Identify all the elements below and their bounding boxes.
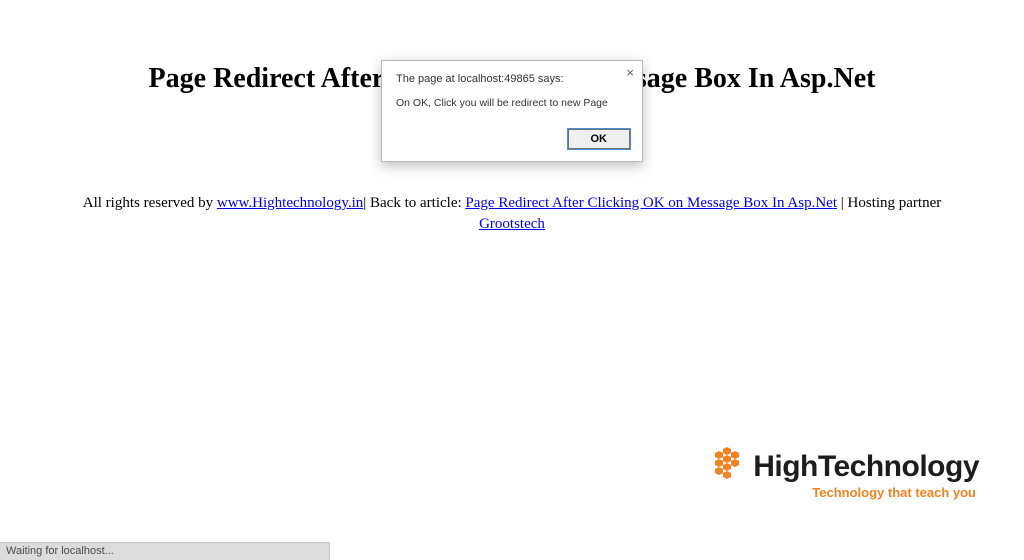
js-alert-dialog: × The page at localhost:49865 says: On O… — [381, 60, 643, 162]
footer-link-article[interactable]: Page Redirect After Clicking OK on Messa… — [465, 195, 837, 211]
brand-logo-block: HighTechnology Technology that teach you — [707, 447, 979, 500]
browser-status-bar: Waiting for localhost... — [0, 542, 330, 560]
brand-tagline: Technology that teach you — [707, 485, 979, 500]
brand-name: HighTechnology — [753, 450, 979, 484]
alert-title: The page at localhost:49865 says: — [382, 61, 642, 93]
footer-text: All rights reserved by www.Hightechnolog… — [70, 193, 954, 235]
footer-sep2: | Hosting partner — [837, 195, 941, 211]
footer-link-site[interactable]: www.Hightechnology.in — [217, 195, 363, 211]
footer-sep1: | Back to article: — [363, 195, 465, 211]
alert-footer: OK — [382, 123, 642, 161]
footer-link-hosting[interactable]: Grootstech — [479, 216, 545, 232]
alert-ok-button[interactable]: OK — [568, 129, 631, 149]
alert-message: On OK, Click you will be redirect to new… — [382, 93, 642, 123]
brand-hex-icon — [707, 447, 747, 487]
close-icon[interactable]: × — [626, 66, 634, 79]
footer-prefix: All rights reserved by — [83, 195, 217, 211]
